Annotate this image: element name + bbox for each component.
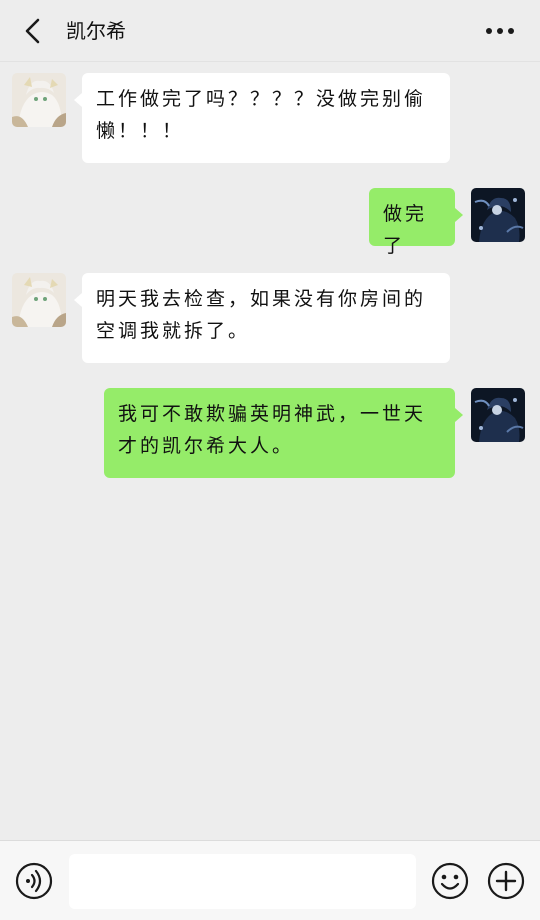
my-avatar[interactable] (471, 388, 525, 442)
more-functions-button[interactable] (487, 862, 525, 900)
chevron-left-icon (25, 18, 40, 44)
my-avatar[interactable] (471, 188, 525, 242)
message-row: 我可不敢欺骗英明神武，一世天才的凯尔希大人。 (0, 388, 540, 478)
voice-icon (15, 862, 53, 900)
message-row: 明天我去检查，如果没有你房间的空调我就拆了。 (0, 273, 540, 365)
emoji-button[interactable] (431, 862, 469, 900)
chat-message-list[interactable]: 工作做完了吗？？？？没做完别偷懒！！！ 做完了 明天我去检查，如果没有你房间的空… (0, 62, 540, 840)
message-row: 工作做完了吗？？？？没做完别偷懒！！！ (0, 73, 540, 165)
back-button[interactable] (16, 14, 50, 48)
chat-header: 凯尔希 (0, 0, 540, 62)
outgoing-message-bubble[interactable]: 我可不敢欺骗英明神武，一世天才的凯尔希大人。 (104, 388, 463, 478)
plus-circle-icon (487, 862, 525, 900)
incoming-message-bubble[interactable]: 明天我去检查，如果没有你房间的空调我就拆了。 (74, 273, 450, 363)
contact-avatar[interactable] (12, 273, 66, 327)
chat-title: 凯尔希 (66, 19, 126, 43)
emoji-icon (431, 862, 469, 900)
more-button[interactable] (480, 14, 520, 48)
input-bar (0, 840, 540, 920)
incoming-message-bubble[interactable]: 工作做完了吗？？？？没做完别偷懒！！！ (74, 73, 450, 163)
voice-button[interactable] (15, 862, 53, 900)
more-horizontal-icon (486, 28, 514, 34)
message-row: 做完了 (0, 188, 540, 257)
message-input[interactable] (69, 854, 416, 909)
contact-avatar[interactable] (12, 73, 66, 127)
outgoing-message-bubble[interactable]: 做完了 (369, 188, 463, 257)
